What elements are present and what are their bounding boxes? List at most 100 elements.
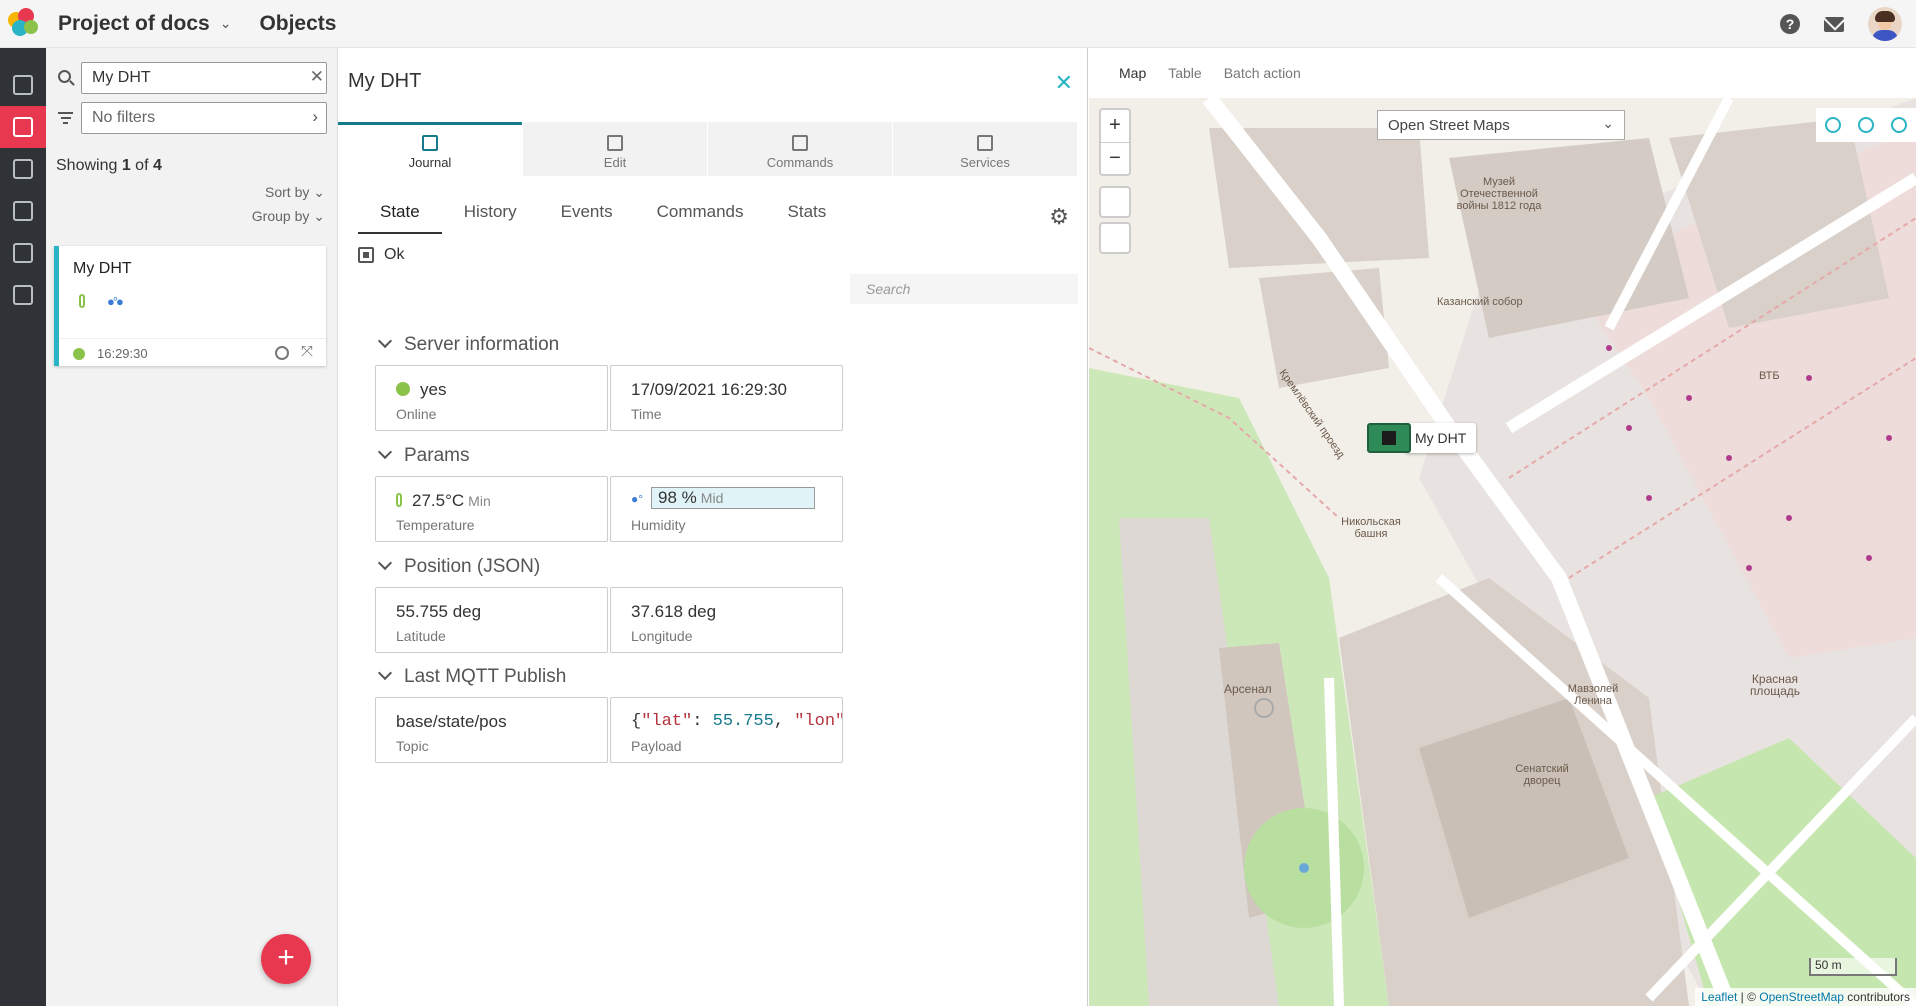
top-bar: Project of docs ⌄ Objects ? [0,0,1916,48]
expand-icon[interactable]: ⤧ [301,343,313,360]
gear-icon[interactable]: ⚙ [1049,204,1069,230]
services-icon [13,285,33,305]
state-search-input[interactable]: Search [850,274,1078,304]
zoom-out-button[interactable]: − [1101,142,1129,174]
services-icon [977,135,993,151]
add-object-button[interactable]: + [261,934,311,984]
help-icon[interactable]: ? [1780,14,1800,34]
humidity-icon: ●° [631,492,644,506]
tab-commands[interactable]: Commands [708,122,892,176]
subtab-state[interactable]: State [358,200,442,234]
map-label-senate: Сенатский дворец [1515,763,1569,787]
subtab-stats[interactable]: Stats [766,200,849,234]
tab-edit[interactable]: Edit [523,122,707,176]
locate-icon[interactable] [1099,222,1131,254]
humidity-icon: ●°● [107,294,124,309]
leaflet-link[interactable]: Leaflet [1701,990,1737,1004]
humidity-bar: 98 % Mid [651,487,816,509]
close-icon[interactable]: ✕ [1055,70,1073,96]
section-params[interactable]: Params [377,444,469,467]
map-tiles [1089,98,1916,1006]
map-label-museum: Музей Отечественной войны 1812 года [1456,176,1542,212]
eye-icon[interactable] [1857,117,1874,133]
console-icon [13,201,33,221]
map-layer-select[interactable]: Open Street Maps ⌄ [1377,110,1625,140]
hierarchy-icon [13,159,33,179]
tab-batch-action[interactable]: Batch action [1224,65,1301,81]
device-icon [1367,423,1411,453]
rail-item-cube[interactable] [0,64,46,106]
status-row: Ok [358,246,404,264]
ruler-icon[interactable] [1099,186,1131,218]
chevron-down-icon [377,555,393,571]
status-icon [358,247,374,263]
chevron-down-icon [377,333,393,349]
online-status-dot [73,348,85,360]
cube-icon [13,75,33,95]
object-detail-panel: My DHT ✕ Journal Edit Commands Services … [338,48,1088,1006]
latitude-cell: 55.755 deg Latitude [375,587,608,653]
section-last-mqtt-publish[interactable]: Last MQTT Publish [377,665,566,688]
section-server-information[interactable]: Server information [377,333,559,356]
marker-label: My DHT [1405,423,1477,453]
last-seen-time: 16:29:30 [97,346,148,361]
map-attribution: Leaflet | © OpenStreetMap contributors [1695,988,1916,1006]
sort-by-dropdown[interactable]: Sort by ⌄ [265,184,325,201]
app-logo[interactable] [2,0,44,48]
rail-item-hierarchy[interactable] [0,148,46,190]
payload-cell: {"lat": 55.755, "lon" Payload [610,697,843,763]
zoom-control: + − [1099,108,1131,176]
rail-item-tags[interactable] [0,232,46,274]
map-marker[interactable]: My DHT [1367,423,1477,453]
rail-item-services[interactable] [0,274,46,316]
tab-table[interactable]: Table [1168,65,1201,81]
tab-journal[interactable]: Journal [338,122,522,176]
map-panel: Map Table Batch action Казанский собор К… [1089,48,1916,1006]
chevron-down-icon[interactable]: ⌄ [220,15,232,32]
thermometer-icon [79,294,85,308]
map-label-kazan: Казанский собор [1437,296,1523,308]
chevron-right-icon: › [312,107,318,126]
route-icon[interactable] [1891,117,1908,133]
osm-link[interactable]: OpenStreetMap [1759,990,1844,1004]
rail-item-objects[interactable] [0,106,46,148]
map-label-red-square: Красная площадь [1749,672,1801,698]
scale-bar: 50 m [1809,958,1897,976]
chevron-down-icon [377,665,393,681]
objects-list-panel: ✕ No filters › Showing 1 of 4 Sort by ⌄ … [46,48,338,1006]
tag-icon [13,243,33,263]
section-position[interactable]: Position (JSON) [377,555,540,578]
search-input[interactable] [81,62,327,94]
journal-icon [422,135,438,151]
chevron-down-icon: ⌄ [1602,115,1614,131]
filter-field[interactable]: No filters › [81,102,327,134]
online-cell: yes Online [375,365,608,431]
locate-icon[interactable] [275,346,289,360]
objects-icon [13,117,33,137]
temperature-cell: 27.5°C Min Temperature [375,476,608,542]
map-label-vtb: ВТБ [1759,370,1780,382]
subtab-commands[interactable]: Commands [635,200,766,234]
zoom-in-button[interactable]: + [1101,110,1129,142]
subtab-history[interactable]: History [442,200,539,234]
object-card[interactable]: My DHT ●°● 16:29:30 ⤧ [54,246,326,366]
status-text: Ok [384,246,405,263]
mail-icon[interactable] [1824,16,1844,32]
group-by-dropdown[interactable]: Group by ⌄ [252,208,325,225]
search-icon [58,70,71,83]
map-tools [1816,108,1916,142]
rail-item-console[interactable] [0,190,46,232]
chevron-down-icon [377,444,393,460]
map-label-nikolskaya: Никольская башня [1341,516,1401,540]
target-icon[interactable] [1824,117,1841,133]
avatar[interactable] [1868,7,1902,41]
clear-icon[interactable]: ✕ [310,67,324,87]
online-status-dot [396,382,410,396]
subtab-events[interactable]: Events [539,200,635,234]
topic-cell: base/state/pos Topic [375,697,608,763]
project-name[interactable]: Project of docs [58,12,210,36]
tab-services[interactable]: Services [893,122,1077,176]
tab-map[interactable]: Map [1119,65,1146,81]
edit-icon [607,135,623,151]
map-canvas[interactable]: Казанский собор Кремлёвский проезд Арсен… [1089,98,1916,1006]
